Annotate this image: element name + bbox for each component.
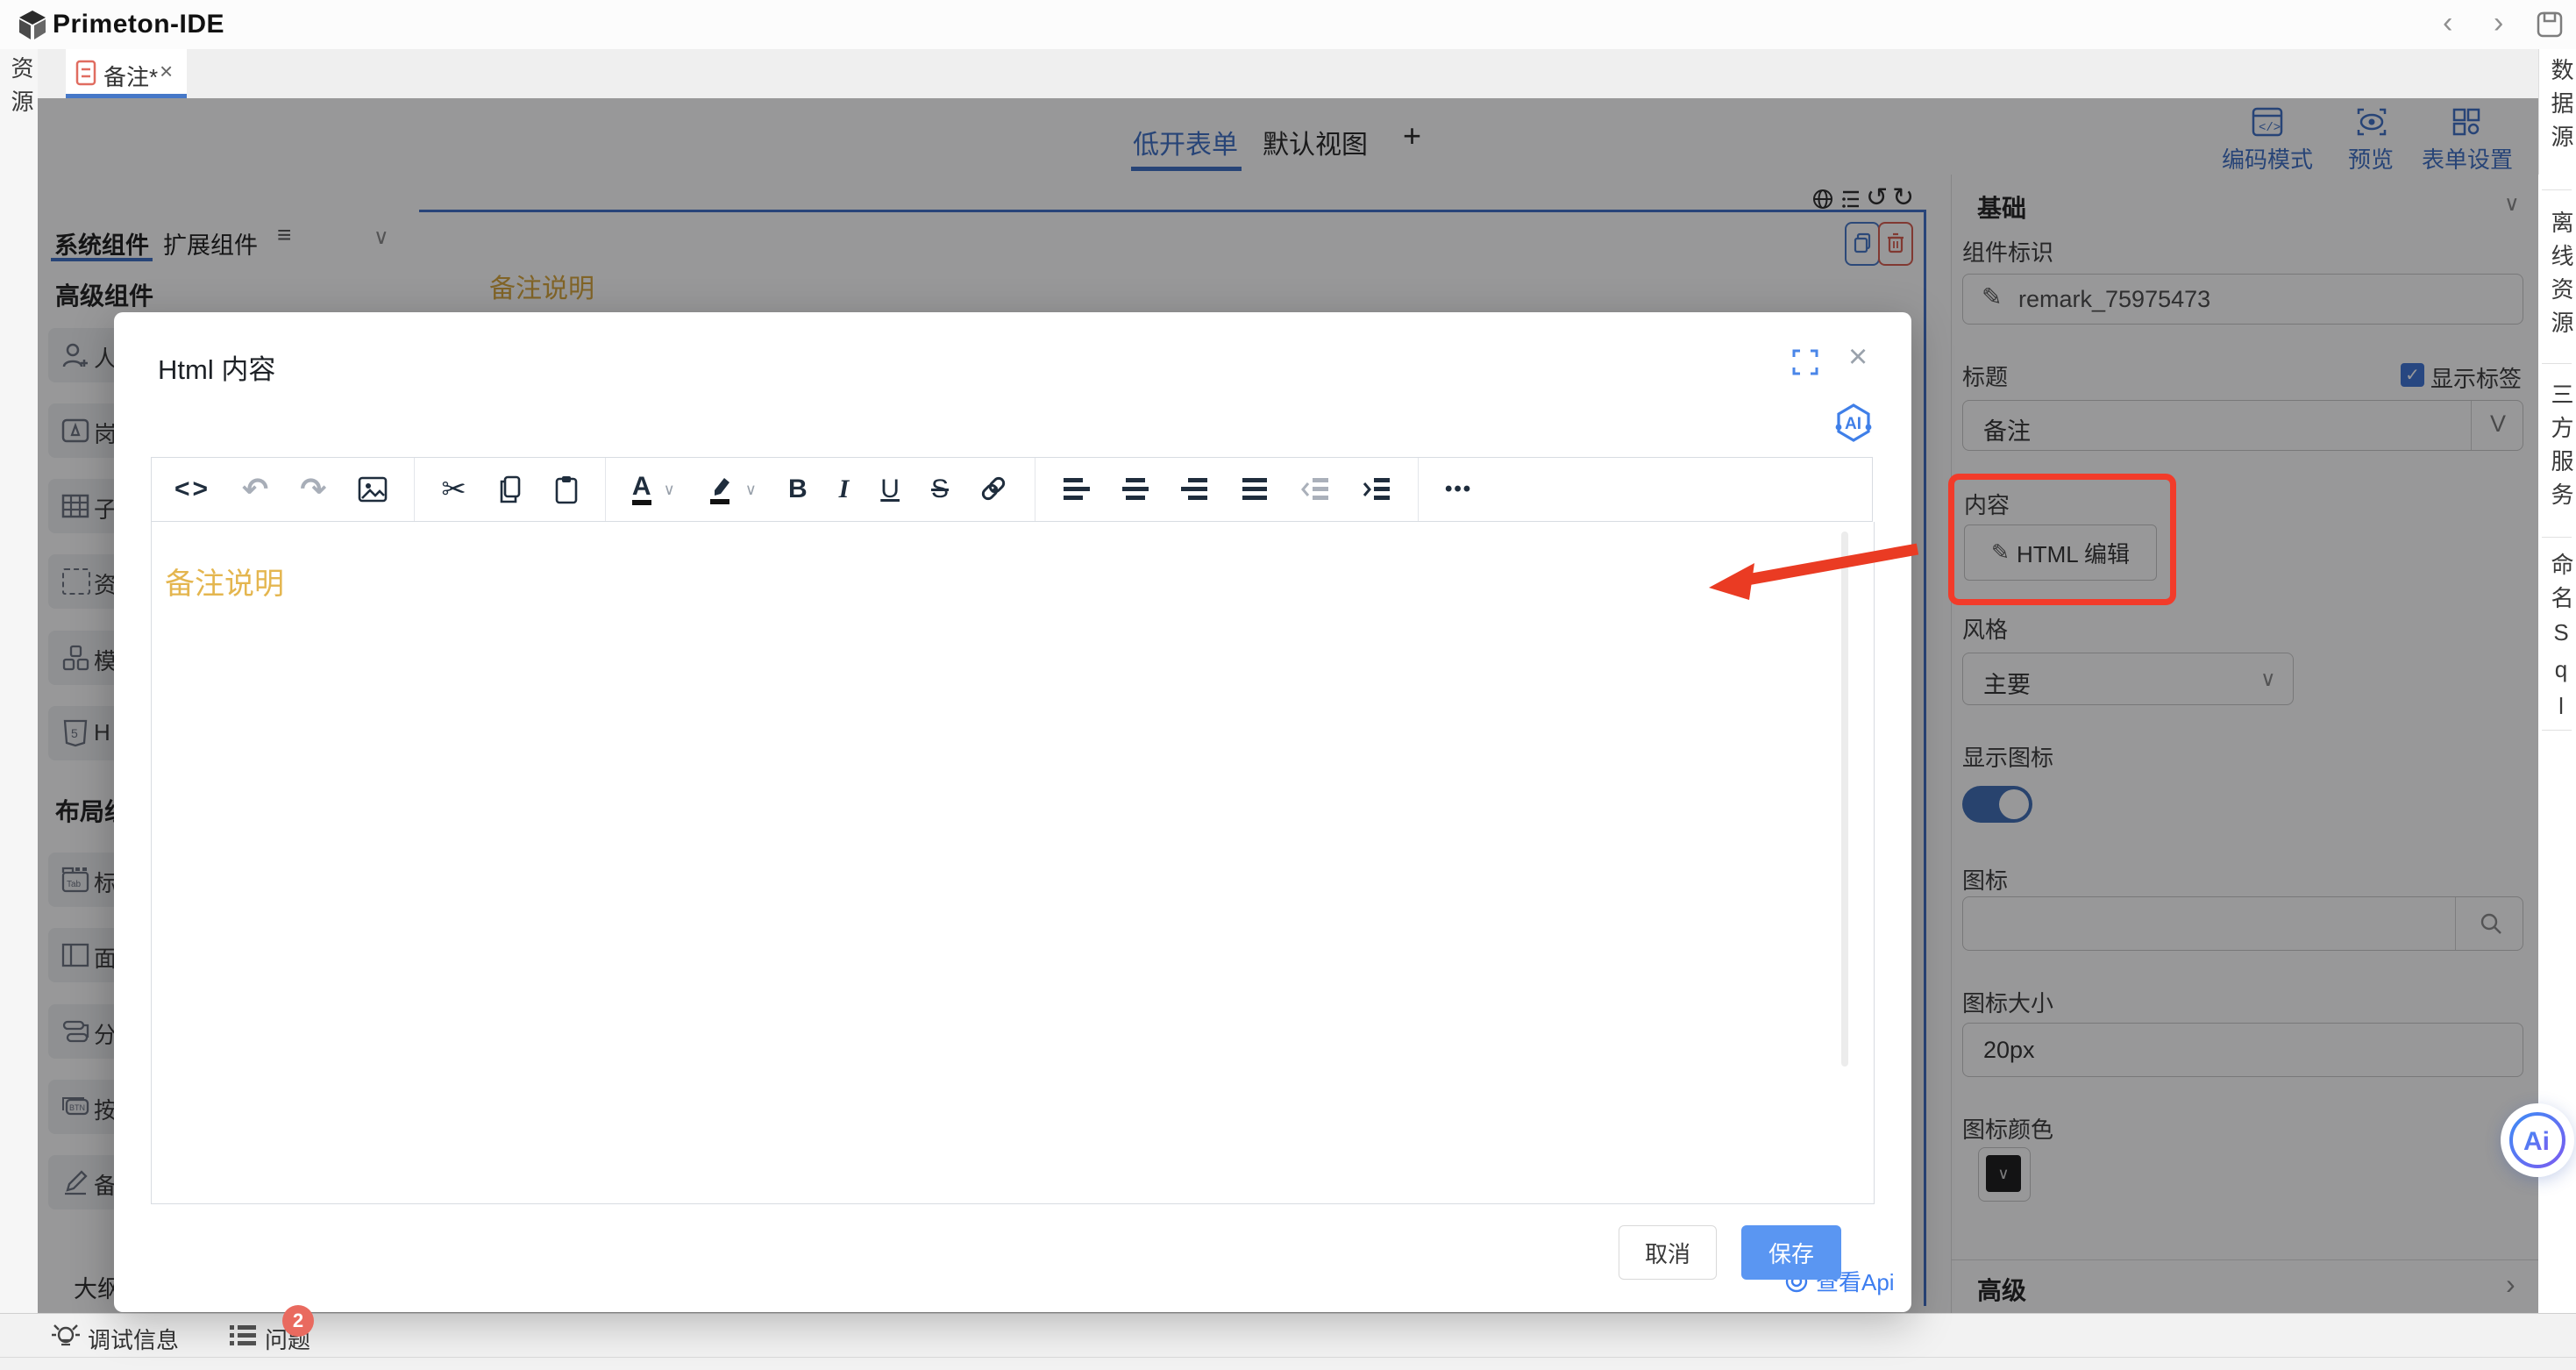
save-button[interactable]: 保存 bbox=[1741, 1225, 1841, 1280]
status-bar bbox=[0, 1313, 2576, 1370]
app-window: Primeton-IDE ‹ › 资源 备注* × 数据源 离线资源 三方服务 … bbox=[0, 0, 2576, 1370]
save-icon[interactable] bbox=[2536, 11, 2564, 39]
insert-image-button[interactable] bbox=[358, 476, 388, 503]
redo-button[interactable]: ↷ bbox=[300, 474, 326, 505]
nav-back-button[interactable]: ‹ bbox=[2443, 6, 2452, 40]
document-tab-label: 备注* bbox=[103, 60, 158, 92]
right-rail-named-sql[interactable]: 命名Sql bbox=[2545, 553, 2576, 730]
app-title: Primeton-IDE bbox=[53, 10, 224, 39]
editor-content-text[interactable]: 备注说明 bbox=[165, 560, 284, 603]
font-color-button[interactable]: A bbox=[632, 474, 651, 505]
source-code-button[interactable]: <> bbox=[174, 476, 210, 503]
editor-toolbar: <> ↶ ↷ ✂ A ∨ ∨ B I U S ••• bbox=[151, 457, 1873, 522]
outdent-button[interactable] bbox=[1300, 476, 1330, 503]
ai-fab-button[interactable]: Ai bbox=[2501, 1103, 2574, 1177]
align-left-button[interactable] bbox=[1062, 476, 1090, 503]
strikethrough-button[interactable]: S bbox=[931, 476, 949, 503]
annotation-highlight-box bbox=[1948, 474, 2176, 605]
svg-text:Ai: Ai bbox=[2523, 1127, 2550, 1156]
cancel-button[interactable]: 取消 bbox=[1619, 1225, 1717, 1280]
rich-text-editor[interactable] bbox=[151, 522, 1875, 1204]
divider bbox=[1418, 458, 1419, 521]
chevron-down-icon[interactable]: ∨ bbox=[745, 481, 757, 499]
copy-button[interactable] bbox=[498, 475, 523, 503]
paste-button[interactable] bbox=[554, 475, 579, 504]
underline-button[interactable]: U bbox=[880, 476, 900, 503]
left-rail-resources[interactable]: 资源 bbox=[5, 56, 38, 123]
more-options-button[interactable]: ••• bbox=[1445, 479, 1472, 500]
tab-close-icon[interactable]: × bbox=[160, 58, 173, 85]
html-content-dialog: Html 内容 × AI <> ↶ ↷ ✂ A ∨ ∨ B I U bbox=[114, 312, 1911, 1312]
right-rail-datasource[interactable]: 数据源 bbox=[2545, 58, 2576, 158]
bold-button[interactable]: B bbox=[788, 476, 808, 503]
nav-forward-button[interactable]: › bbox=[2494, 6, 2503, 40]
divider bbox=[2542, 730, 2572, 731]
divider bbox=[414, 458, 415, 521]
close-icon[interactable]: × bbox=[1848, 339, 1868, 376]
ai-fab-icon: Ai bbox=[2505, 1108, 2570, 1173]
right-rail-offline-resources[interactable]: 离线资源 bbox=[2545, 210, 2576, 344]
undo-button[interactable]: ↶ bbox=[242, 474, 268, 505]
document-icon bbox=[75, 60, 96, 86]
problems-count-badge: 2 bbox=[282, 1305, 314, 1337]
highlight-color-button[interactable] bbox=[707, 475, 733, 504]
chevron-down-icon[interactable]: ∨ bbox=[664, 481, 675, 499]
svg-text:AI: AI bbox=[1845, 415, 1861, 433]
divider bbox=[605, 458, 606, 521]
italic-button[interactable]: I bbox=[839, 476, 850, 503]
align-right-button[interactable] bbox=[1181, 476, 1209, 503]
divider bbox=[0, 1357, 2576, 1358]
justify-button[interactable] bbox=[1241, 476, 1269, 503]
link-button[interactable] bbox=[980, 475, 1008, 503]
indent-button[interactable] bbox=[1362, 476, 1391, 503]
ai-assistant-icon[interactable]: AI bbox=[1832, 402, 1875, 444]
left-rail: 资源 bbox=[0, 49, 39, 1370]
divider bbox=[2542, 189, 2572, 190]
right-rail-third-party-services[interactable]: 三方服务 bbox=[2545, 382, 2576, 516]
debug-info-button[interactable]: 调试信息 bbox=[88, 1323, 179, 1355]
divider bbox=[2542, 363, 2572, 364]
fullscreen-icon[interactable] bbox=[1792, 349, 1818, 375]
debug-bug-icon[interactable] bbox=[51, 1321, 81, 1351]
problems-list-icon[interactable] bbox=[230, 1324, 256, 1347]
divider bbox=[2542, 537, 2572, 538]
app-logo-icon bbox=[16, 9, 49, 42]
annotation-arrow bbox=[1697, 526, 1933, 614]
document-tab-strip bbox=[38, 49, 2538, 98]
title-bar: Primeton-IDE ‹ › bbox=[0, 0, 2576, 50]
cut-button[interactable]: ✂ bbox=[441, 475, 466, 504]
align-center-button[interactable] bbox=[1121, 476, 1149, 503]
dialog-title: Html 内容 bbox=[158, 347, 275, 387]
